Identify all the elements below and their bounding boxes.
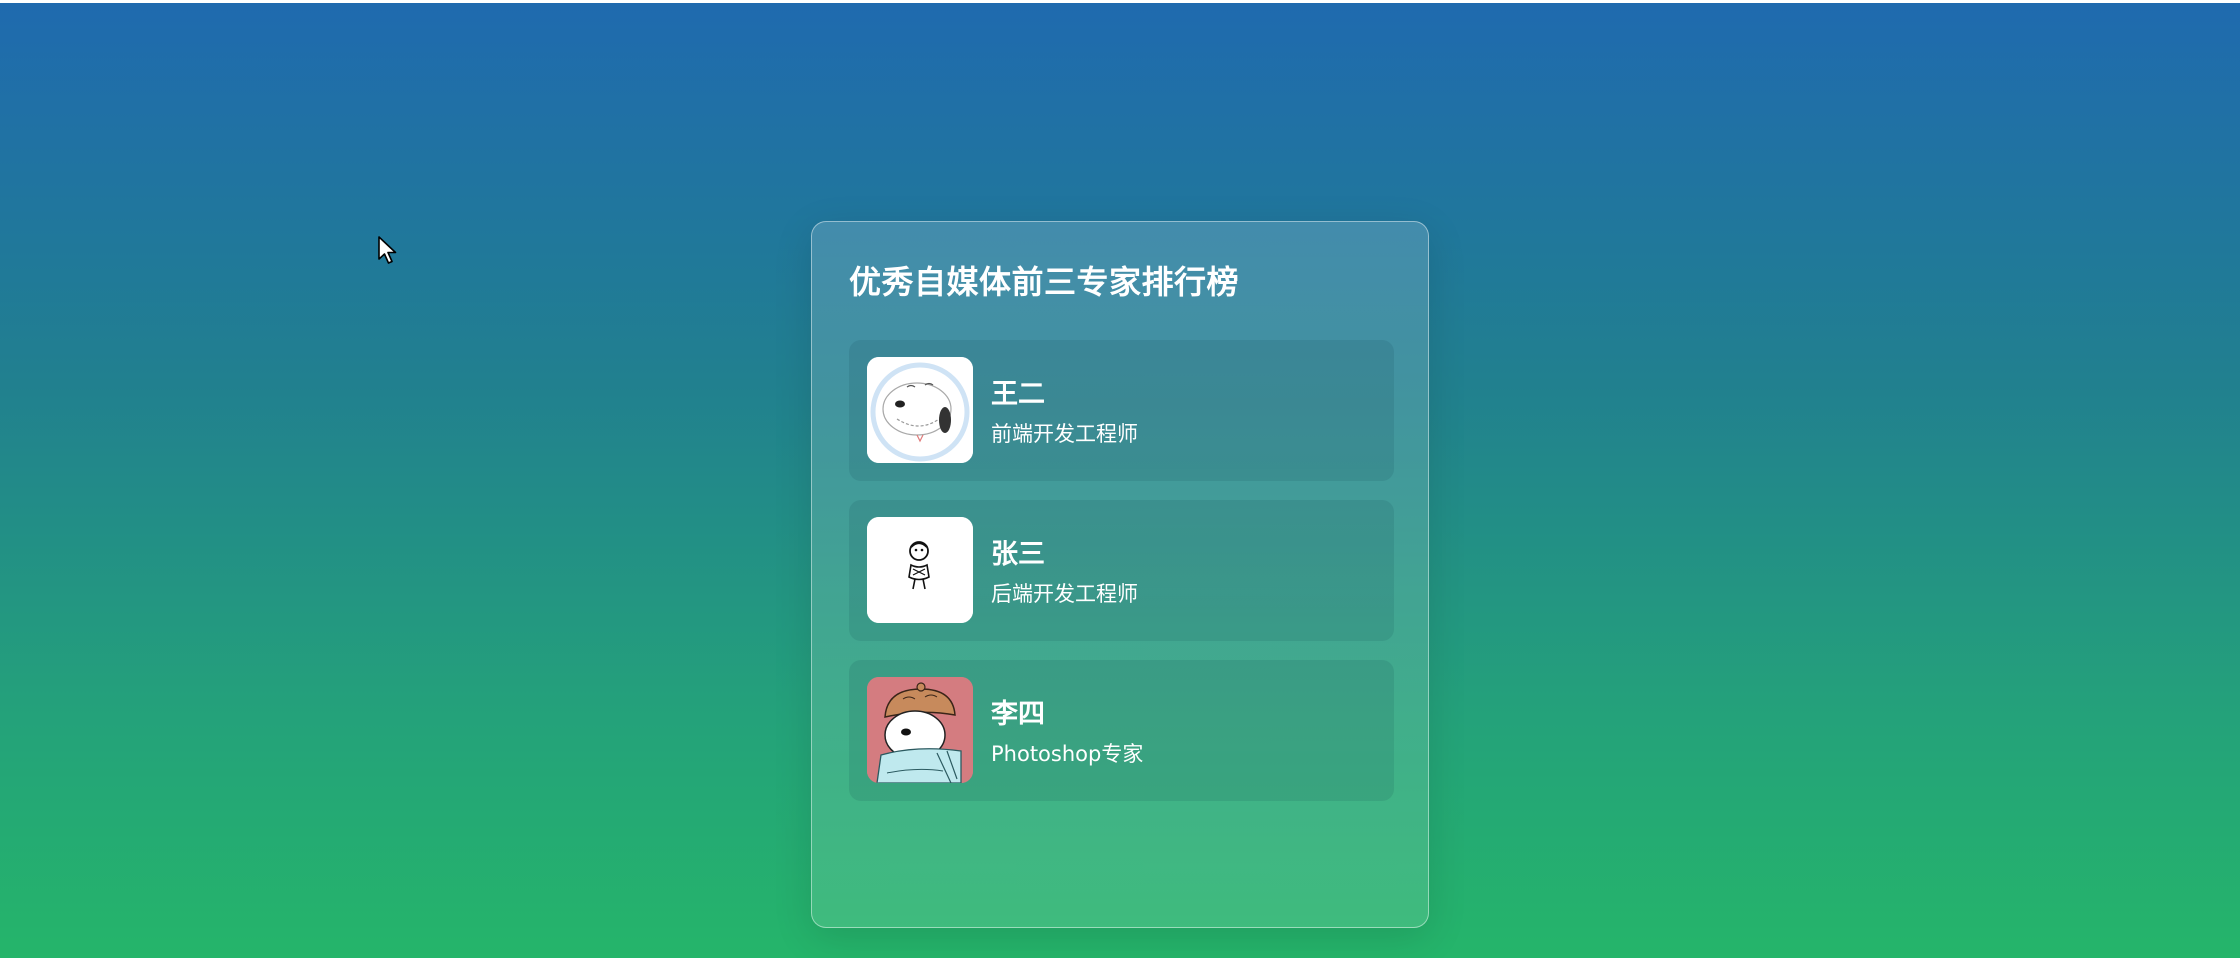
expert-name: 张三 (991, 539, 1045, 570)
bear-with-cap-avatar-icon (867, 677, 973, 783)
expert-avatar-3 (867, 677, 973, 783)
ranking-card: 优秀自媒体前三专家排行榜 王二 前端开发工程师 张三 后端开发工程师 李四 Ph… (811, 221, 1429, 928)
window-top-edge (0, 0, 2240, 3)
sketch-character-avatar-icon (867, 517, 973, 623)
expert-avatar-1 (867, 357, 973, 463)
expert-role: Photoshop专家 (991, 742, 1144, 766)
ranking-title: 优秀自媒体前三专家排行榜 (849, 263, 1240, 301)
expert-role: 后端开发工程师 (991, 582, 1138, 606)
mouse-cursor-icon (378, 236, 397, 264)
expert-avatar-2 (867, 517, 973, 623)
expert-name: 李四 (991, 699, 1045, 730)
expert-list: 王二 前端开发工程师 张三 后端开发工程师 李四 Photoshop专家 (849, 340, 1394, 820)
expert-name: 王二 (991, 379, 1045, 410)
expert-item-3[interactable]: 李四 Photoshop专家 (849, 660, 1394, 801)
expert-item-2[interactable]: 张三 后端开发工程师 (849, 500, 1394, 641)
snoopy-avatar-icon (867, 357, 973, 463)
expert-item-1[interactable]: 王二 前端开发工程师 (849, 340, 1394, 481)
expert-role: 前端开发工程师 (991, 422, 1138, 446)
